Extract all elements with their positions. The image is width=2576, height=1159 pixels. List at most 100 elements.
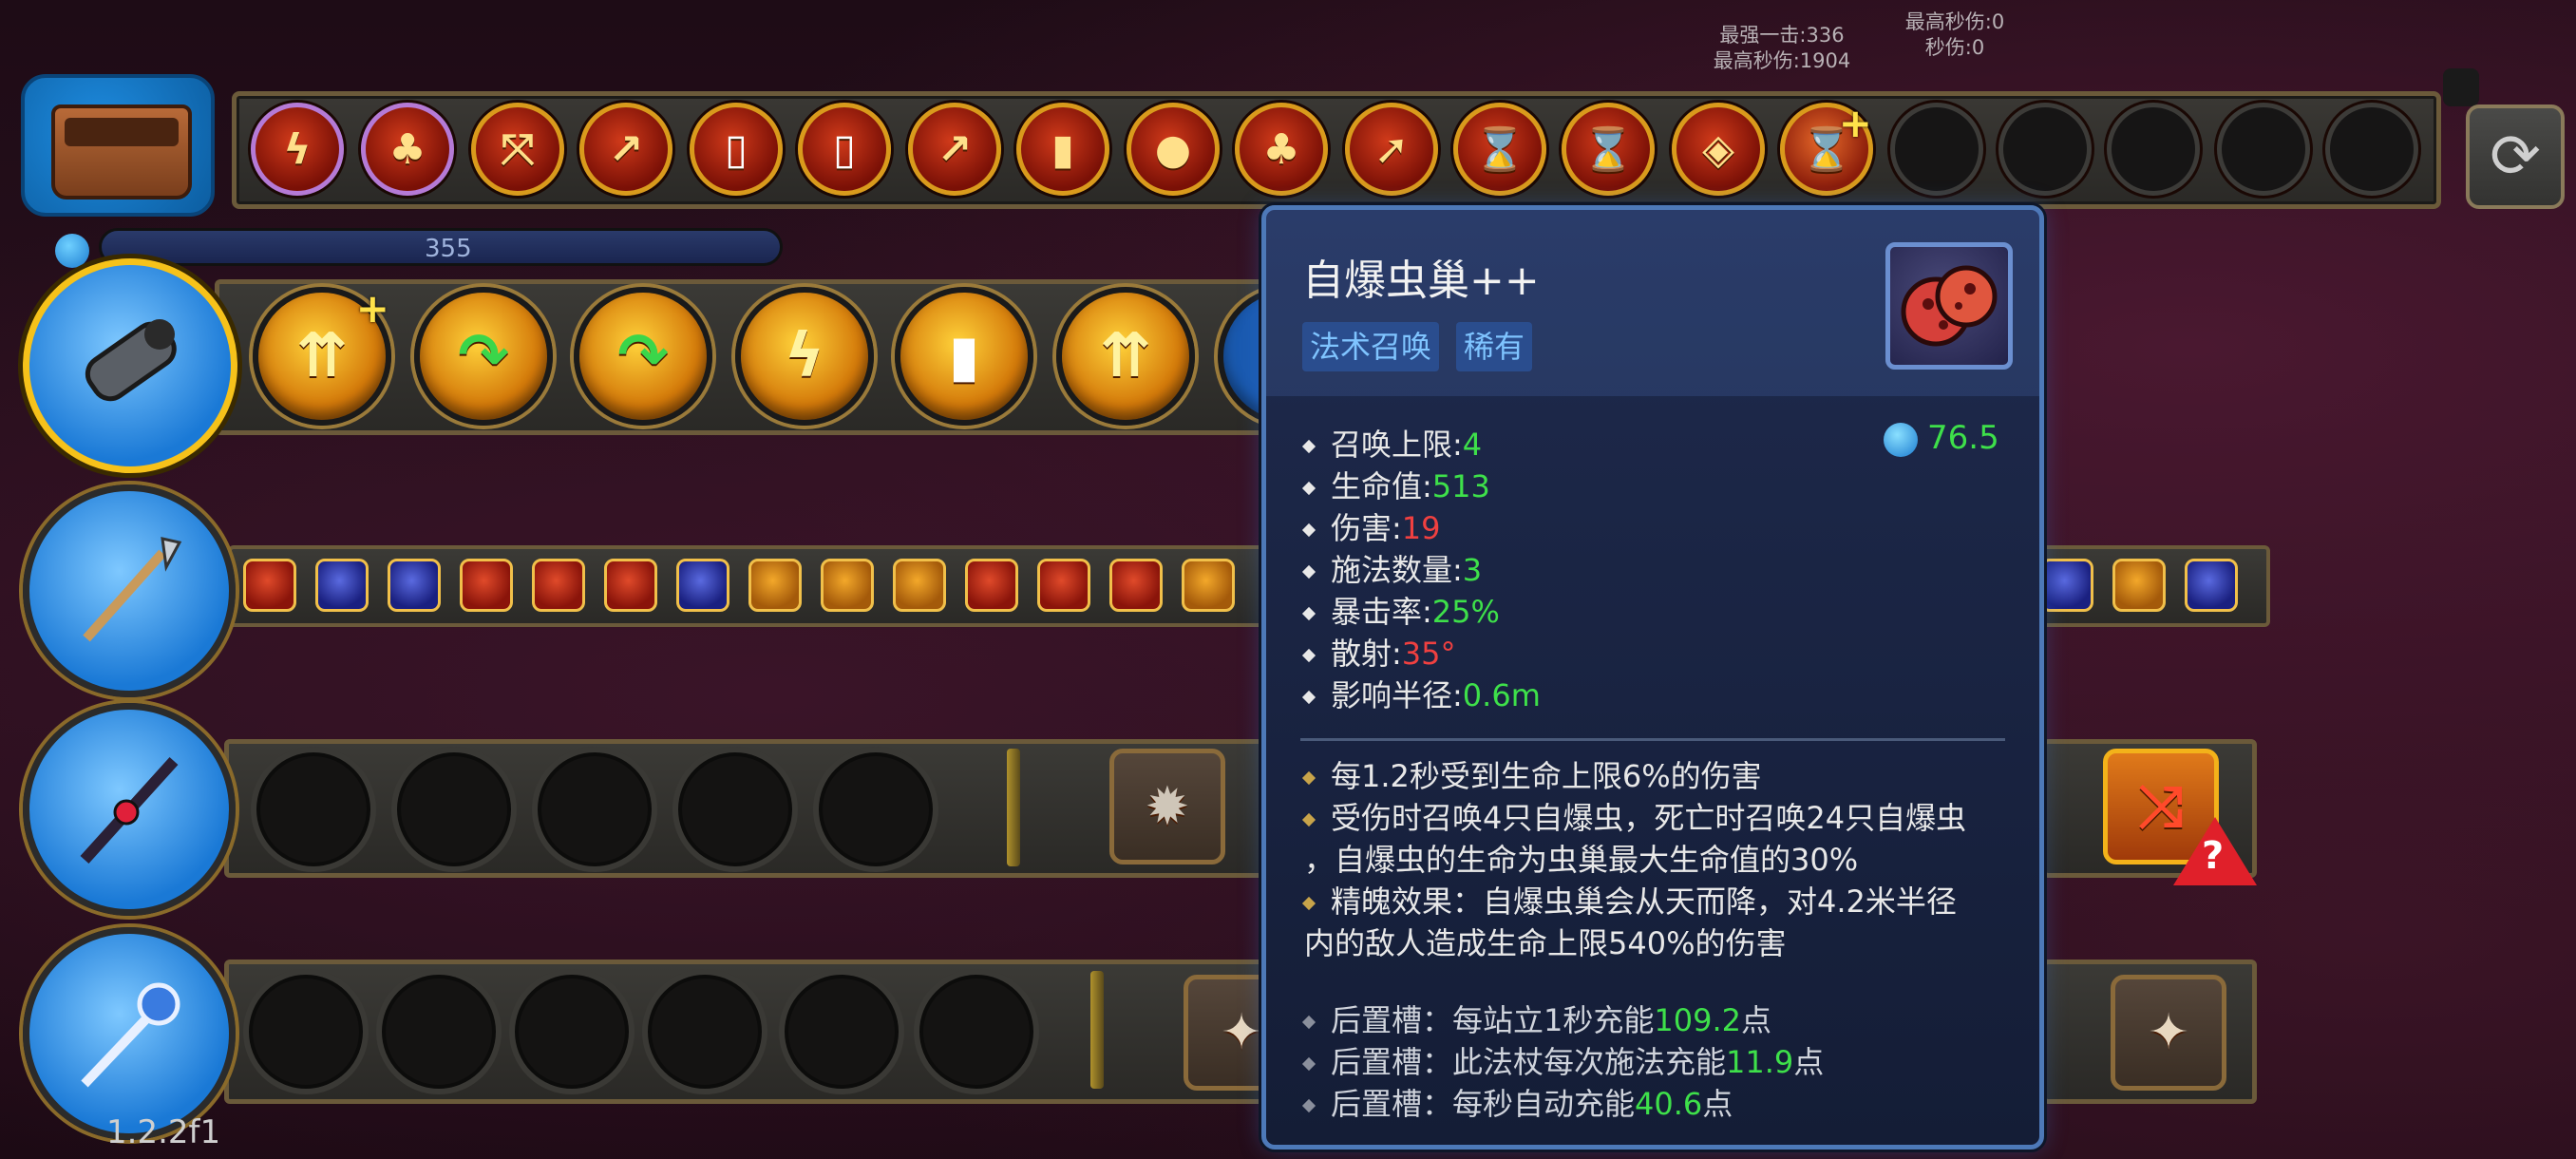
stat-radius: 影响半径:0.6m	[1301, 672, 1541, 715]
wand-slot-spear[interactable]	[23, 484, 236, 697]
wand2-spell[interactable]	[460, 559, 513, 612]
spell-slot-empty[interactable]	[1998, 103, 2092, 196]
spell-slot-orbit[interactable]: ↗	[579, 103, 672, 196]
spell-icon-frame	[1885, 242, 2013, 370]
refresh-button[interactable]: ⟳	[2466, 104, 2565, 209]
wand4-empty-slot[interactable]	[914, 969, 1039, 1094]
spell-slot-arrow-up[interactable]: ➚	[1345, 103, 1438, 196]
wand4-empty-slot[interactable]	[779, 969, 904, 1094]
magic-wand-icon: ✦	[2148, 1004, 2189, 1061]
spell-slot-tentacle-2[interactable]: ♣	[1235, 103, 1328, 196]
wand2-spell[interactable]	[315, 559, 369, 612]
spell-slot-trend-up[interactable]: ↗	[908, 103, 1001, 196]
spell-slot-hourglass-plus[interactable]: ⌛ +	[1780, 100, 1873, 196]
wand4-empty-slot[interactable]	[642, 969, 767, 1094]
wand2-spell[interactable]	[748, 559, 802, 612]
crystal-staff-icon	[66, 970, 193, 1097]
current-dps-stat: 最高秒伤:0 秒伤:0	[1898, 10, 2012, 61]
tooltip-title: 自爆虫巢++	[1302, 256, 1540, 305]
spell-slot-battery[interactable]: ▮	[1016, 103, 1109, 196]
spell-slot-lightning[interactable]: ϟ	[251, 103, 344, 196]
upgrade-plus-icon: +	[1838, 100, 1872, 146]
spell-slot-empty[interactable]	[1890, 103, 1983, 196]
stat-crit-rate: 暴击率:25%	[1301, 588, 1500, 632]
spell-slot-diamond[interactable]: ◈	[1672, 103, 1765, 196]
wand4-passive-slot-end[interactable]: ✦	[2111, 975, 2226, 1091]
wand-slot-dark-staff[interactable]	[23, 703, 236, 916]
wand2-spell[interactable]	[676, 559, 729, 612]
spell-slot-hourglass[interactable]: ⌛	[1453, 103, 1546, 196]
wand2-spell[interactable]	[2040, 559, 2093, 612]
tag-rarity: 稀有	[1456, 322, 1533, 371]
slot-separator	[1090, 971, 1104, 1089]
wand3-empty-slot[interactable]	[813, 747, 938, 872]
wand-slot-crystal-staff[interactable]	[23, 927, 236, 1140]
spell-tooltip: 自爆虫巢++ 法术召唤 稀有 76.5 召唤上限:4 生命值:513 伤害:19…	[1261, 205, 2044, 1150]
trend-up-icon: ↗	[937, 124, 973, 174]
cannon-wand-icon	[66, 301, 195, 430]
wand4-empty-slot[interactable]	[376, 969, 502, 1094]
lightning-icon: ϟ	[283, 124, 312, 174]
wand2-spell[interactable]	[893, 559, 946, 612]
wand4-empty-slot[interactable]	[509, 969, 635, 1094]
wand2-spell[interactable]	[1037, 559, 1090, 612]
wand2-spell[interactable]	[388, 559, 441, 612]
wand1-spell-curve-2[interactable]: ↷	[574, 287, 712, 426]
hourglass-icon: ⌛	[1473, 125, 1526, 174]
wand2-spell[interactable]	[965, 559, 1018, 612]
spell-slot-mouse-left[interactable]: ▯	[690, 103, 783, 196]
wand1-spell-arrows-plus[interactable]: ⇈ +	[253, 285, 391, 426]
wand1-spell-battery[interactable]: ▮	[895, 287, 1033, 426]
arrow-up-right-icon: ➚	[1373, 124, 1410, 174]
wand3-empty-slot[interactable]	[532, 747, 657, 872]
version-label: 1.2.2f1	[106, 1113, 221, 1151]
wand2-spell[interactable]	[2112, 559, 2166, 612]
wand3-empty-slot[interactable]	[672, 747, 798, 872]
wand1-spell-lightning[interactable]: ϟ	[735, 287, 874, 426]
battery-icon: ▮	[1051, 124, 1075, 174]
mana-orb-icon	[55, 234, 89, 268]
tentacle-icon: ♣	[1262, 124, 1300, 174]
spell-slot-empty[interactable]	[2217, 103, 2310, 196]
wand3-empty-slot[interactable]	[391, 747, 517, 872]
spell-slot-bomb[interactable]: ●	[1127, 103, 1220, 196]
upgrade-plus-icon: +	[355, 285, 389, 332]
slot-separator	[1007, 749, 1020, 866]
best-hit-label: 最强一击:336	[1719, 24, 1845, 47]
tag-spell-summon: 法术召唤	[1302, 322, 1440, 371]
wand2-spell[interactable]	[1109, 559, 1163, 612]
wand-slot-cannon[interactable]	[23, 258, 237, 473]
desc-summon: 受伤时召唤4只自爆虫，死亡时召唤24只自爆虫 ，自爆虫的生命为虫巢最大生命值的30…	[1301, 797, 2026, 881]
spell-slot-tentacle[interactable]: ♣	[361, 103, 454, 196]
wand2-spell[interactable]	[243, 559, 296, 612]
wand2-spell[interactable]	[821, 559, 874, 612]
spell-slot-empty[interactable]	[2107, 103, 2200, 196]
hourglass-icon: ⌛	[1582, 125, 1635, 174]
best-hit-stat: 最强一击:336 最高秒伤:1904	[1706, 23, 1858, 74]
stat-spread: 散射:35°	[1301, 630, 1456, 674]
max-dps-label: 最高秒伤:0	[1904, 10, 2005, 33]
wand2-spell[interactable]	[1182, 559, 1235, 612]
inventory-chest-icon	[51, 104, 192, 200]
bug-nest-icon	[1901, 265, 1998, 347]
spell-slot-hourglass-2[interactable]: ⌛	[1562, 103, 1655, 196]
wand2-spell[interactable]	[604, 559, 657, 612]
desc-self-damage: 每1.2秒受到生命上限6%的伤害	[1301, 755, 2026, 797]
wand2-spell[interactable]	[2185, 559, 2238, 612]
bomb-icon: ●	[1154, 124, 1192, 174]
battery-icon: ▮	[948, 323, 980, 390]
orbit-arrow-icon: ↗	[608, 124, 644, 174]
wand3-empty-slot[interactable]	[251, 747, 376, 872]
wand3-passive-slot[interactable]: ✹	[1109, 749, 1225, 864]
wand4-empty-slot[interactable]	[243, 969, 369, 1094]
spell-slot-split[interactable]: ⤧	[471, 103, 564, 196]
spell-slot-empty[interactable]	[2325, 103, 2418, 196]
wand2-spell[interactable]	[532, 559, 585, 612]
wand1-spell-curve[interactable]: ↷	[414, 287, 553, 426]
spell-slot-mouse-right[interactable]: ▯	[798, 103, 891, 196]
pause-button[interactable]	[2443, 68, 2479, 106]
wand1-spell-arrows[interactable]: ⇈	[1056, 287, 1195, 426]
inventory-chest-button[interactable]	[21, 74, 215, 217]
split-arrows-icon: ⤧	[501, 124, 535, 174]
mana-orb-icon	[1884, 422, 1918, 457]
